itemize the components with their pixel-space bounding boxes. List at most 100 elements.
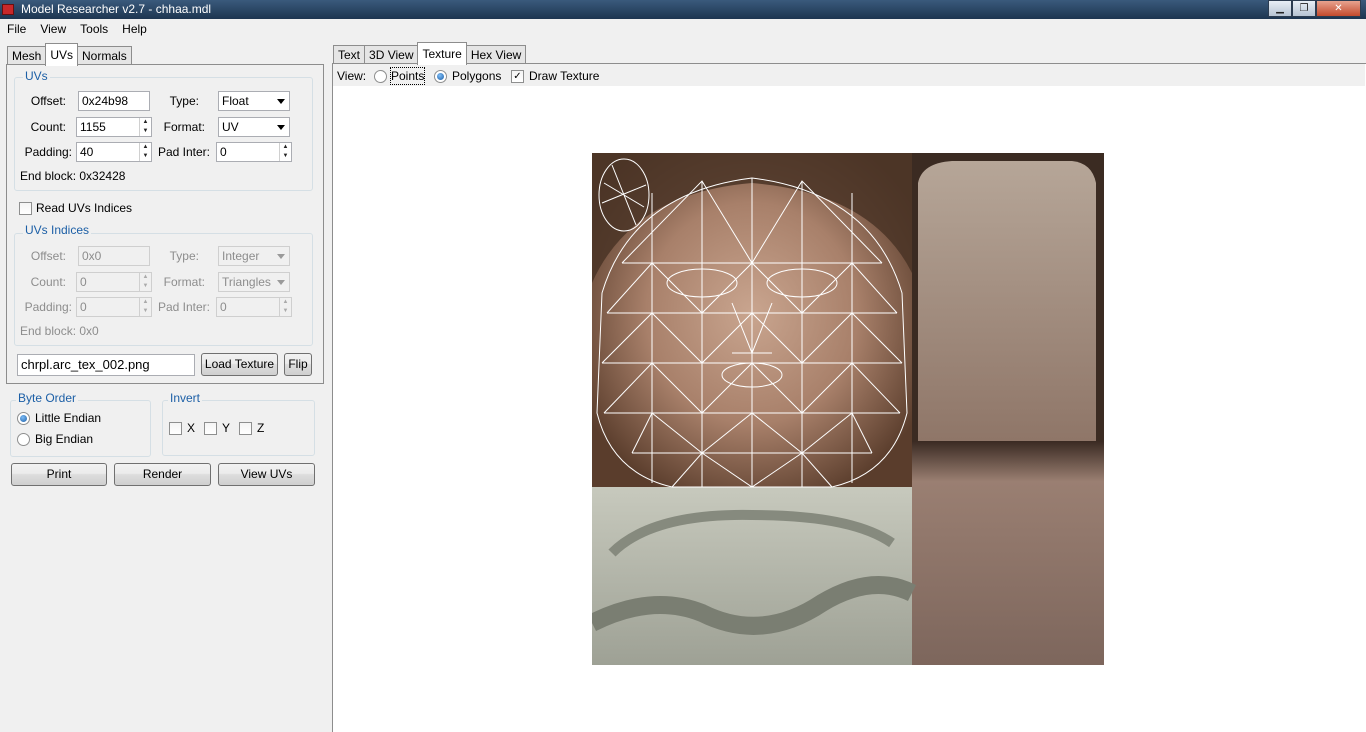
uvs-group-legend: UVs [23,69,50,83]
tab-uvs[interactable]: UVs [45,43,79,66]
end-block-text: End block: 0x32428 [20,169,126,183]
indices-offset-label: Offset: [30,249,66,263]
points-radio[interactable] [374,70,387,83]
little-endian-label: Little Endian [35,411,102,425]
indices-format-label: Format: [163,275,205,289]
offset-label: Offset: [30,94,66,108]
draw-texture-checkbox[interactable]: ✓ [511,70,524,83]
indices-count-spinbox[interactable]: 0 ▲ ▼ [76,272,152,292]
points-label: Points [389,67,426,85]
read-uvs-indices-label: Read UVs Indices [36,201,133,215]
indices-end-block-text: End block: 0x0 [20,324,99,338]
indices-type-label: Type: [169,249,199,263]
indices-pad-inter-spinbox[interactable]: 0 ▲ ▼ [216,297,292,317]
indices-padding-spinbox[interactable]: 0 ▲ ▼ [76,297,152,317]
uvs-tab-page: UVs Offset: 0x24b98 Type: Float Count: 1… [6,64,324,384]
byte-order-group [10,400,151,457]
menu-help[interactable]: Help [115,19,154,39]
pad-inter-label: Pad Inter: [157,145,210,159]
invert-z-label: Z [257,421,265,435]
spin-arrows-icon[interactable]: ▲ ▼ [279,143,291,161]
indices-format-select[interactable]: Triangles [218,272,290,292]
tab-3d-view[interactable]: 3D View [364,45,419,65]
invert-y-label: Y [222,421,231,435]
format-select-value: UV [222,120,239,134]
read-uvs-indices-checkbox[interactable] [19,202,32,215]
spin-arrows-icon[interactable]: ▲ ▼ [139,273,151,291]
big-endian-label: Big Endian [35,432,94,446]
texture-tab-page: View: Points Polygons ✓ Draw Texture [332,63,1366,732]
tab-mesh[interactable]: Mesh [7,46,47,66]
invert-z-checkbox[interactable] [239,422,252,435]
shirt-back-texture [912,441,1104,665]
big-endian-radio[interactable] [17,433,30,446]
tab-texture[interactable]: Texture [417,42,467,65]
pad-inter-value: 0 [220,145,227,159]
uvs-indices-group-legend: UVs Indices [23,223,92,237]
menu-view[interactable]: View [33,19,73,39]
padding-label: Padding: [24,145,72,159]
indices-type-select[interactable]: Integer [218,246,290,266]
indices-format-value: Triangles [222,275,271,289]
right-panel: Text 3D View Texture Hex View View: Poin… [331,39,1366,732]
right-tab-bar: Text 3D View Texture Hex View [333,42,527,65]
view-label: View: [337,69,367,83]
close-button[interactable]: ✕ [1316,0,1361,17]
count-value: 1155 [80,120,106,134]
indices-padding-value: 0 [80,300,87,314]
indices-pad-inter-value: 0 [220,300,227,314]
shirt-front-fabric [918,161,1096,441]
type-select[interactable]: Float [218,91,290,111]
view-options-bar: View: Points Polygons ✓ Draw Texture [333,64,1365,86]
chevron-down-icon [277,280,285,285]
print-button[interactable]: Print [11,463,107,486]
polygons-radio[interactable] [434,70,447,83]
flip-button[interactable]: Flip [284,353,312,376]
texture-preview[interactable] [587,153,1104,665]
menu-bar: File View Tools Help [0,19,1366,39]
indices-offset-input[interactable]: 0x0 [78,246,150,266]
count-spinbox[interactable]: 1155 ▲ ▼ [76,117,152,137]
app-icon [2,4,14,15]
invert-x-label: X [187,421,196,435]
pad-inter-spinbox[interactable]: 0 ▲ ▼ [216,142,292,162]
invert-y-checkbox[interactable] [204,422,217,435]
invert-x-checkbox[interactable] [169,422,182,435]
menu-file[interactable]: File [0,19,33,39]
menu-tools[interactable]: Tools [73,19,115,39]
maximize-button[interactable]: ❐ [1292,0,1316,17]
chevron-down-icon [277,125,285,130]
view-uvs-button[interactable]: View UVs [218,463,315,486]
spin-arrows-icon[interactable]: ▲ ▼ [139,298,151,316]
render-button[interactable]: Render [114,463,211,486]
padding-value: 40 [80,145,94,159]
byte-order-legend: Byte Order [16,391,79,405]
texture-file-input[interactable]: chrpl.arc_tex_002.png [17,354,195,376]
count-label: Count: [30,120,66,134]
title-bar: Model Researcher v2.7 - chhaa.mdl ▁ ❐ ✕ [0,0,1366,19]
load-texture-button[interactable]: Load Texture [201,353,278,376]
padding-spinbox[interactable]: 40 ▲ ▼ [76,142,152,162]
minimize-button[interactable]: ▁ [1268,0,1292,17]
little-endian-radio[interactable] [17,412,30,425]
tab-hex-view[interactable]: Hex View [465,45,527,65]
format-select[interactable]: UV [218,117,290,137]
spin-arrows-icon[interactable]: ▲ ▼ [279,298,291,316]
tab-text[interactable]: Text [333,45,366,65]
left-tab-bar: Mesh UVs Normals [7,43,132,66]
chevron-down-icon [277,254,285,259]
spin-arrows-icon[interactable]: ▲ ▼ [139,143,151,161]
window-title: Model Researcher v2.7 - chhaa.mdl [21,2,212,16]
spin-arrows-icon[interactable]: ▲ ▼ [139,118,151,136]
type-select-value: Float [222,94,249,108]
invert-legend: Invert [168,391,203,405]
window-controls: ▁ ❐ ✕ [1268,0,1361,17]
tab-normals[interactable]: Normals [77,46,132,66]
indices-count-label: Count: [30,275,66,289]
chevron-down-icon [277,99,285,104]
texture-image [587,153,1104,665]
offset-input[interactable]: 0x24b98 [78,91,150,111]
left-panel: Mesh UVs Normals UVs Offset: 0x24b98 Typ… [0,39,331,732]
indices-type-value: Integer [222,249,260,263]
type-label: Type: [169,94,199,108]
